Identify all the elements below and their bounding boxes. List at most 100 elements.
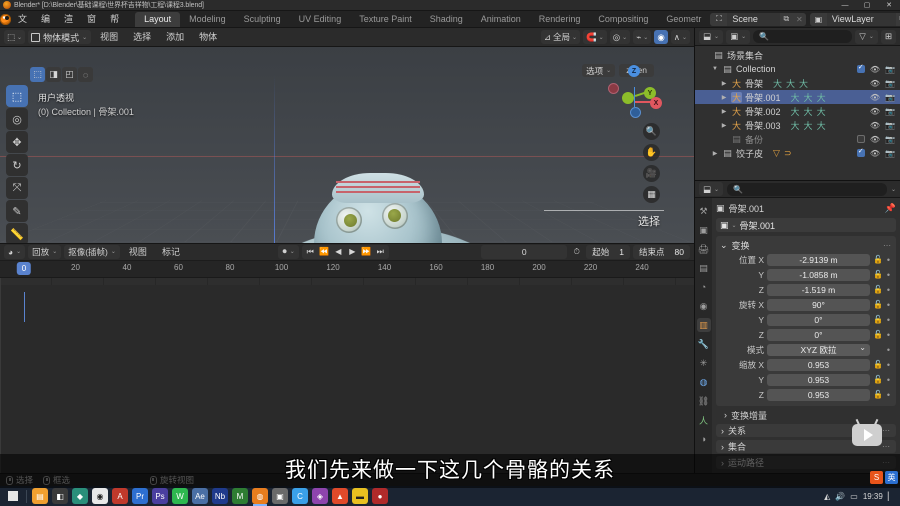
animate-dot-icon[interactable]: • [885,285,892,295]
exclude-checkbox[interactable] [856,147,865,157]
scene-selector[interactable]: ⛶ Scene ⧉ ✕ [710,12,806,26]
timeline-body[interactable] [0,277,694,473]
output-tab[interactable]: 🖨 [697,242,711,256]
outliner-row-0[interactable]: ▤ 场景集合 [695,48,900,62]
disclosure-triangle-icon[interactable]: ▶ [711,150,719,157]
eye-visibility-icon[interactable]: 👁 [870,93,880,102]
workspace-tab-rendering[interactable]: Rendering [530,12,590,27]
mode-selector[interactable]: 物体模式 ⌄ [28,30,92,44]
constraints-tab[interactable]: ⛓ [697,394,711,408]
camera-render-icon[interactable]: 📷 [885,107,895,116]
properties-search-input[interactable]: 🔍 [727,182,887,196]
viewport-menu-add[interactable]: 添加 [160,28,190,47]
material-tab[interactable]: ◑ [697,432,711,446]
outliner-display-mode-icon[interactable]: ⬓ ⌄ [699,29,724,44]
taskbar-app-app-blue[interactable]: Pr [132,488,148,504]
menu-item-4[interactable]: 帮助 [103,11,126,41]
outliner-row-4[interactable]: ▶ 大骨架.002 大大大 👁 📷 [695,104,900,118]
workspace-tab-animation[interactable]: Animation [472,12,530,27]
viewlayer-selector[interactable]: ▣ ViewLayer ⧉ ✕ [809,12,900,26]
object-tab[interactable]: ▥ [696,318,711,332]
network-icon[interactable]: ◭ [824,492,830,501]
taskbar-app-app-navy[interactable]: Nb [212,488,228,504]
filter-funnel-icon[interactable]: ▽ ⌄ [855,29,878,44]
unlocked-padlock-icon[interactable]: 🔓 [873,270,883,279]
camera-render-icon[interactable]: 📷 [885,79,895,88]
scale-y-value[interactable]: 0.953 [767,373,870,386]
panel-options-dots[interactable]: ⋯ [883,241,892,250]
unlocked-padlock-icon[interactable]: 🔓 [873,255,883,264]
taskbar-app-app-grey[interactable]: ▣ [272,488,288,504]
outliner-row-2[interactable]: ▶ 大骨架大大大 👁 📷 [695,76,900,90]
select-circle-icon[interactable]: ◌ [78,67,93,82]
new-scene-button[interactable]: ⧉ [779,12,793,26]
animate-dot-icon[interactable]: • [885,330,892,340]
animate-dot-icon[interactable]: • [885,300,892,310]
eye-visibility-icon[interactable]: 👁 [870,79,880,88]
menu-item-2[interactable]: 渲染 [57,11,80,41]
outliner-row-1[interactable]: ▼▤Collection👁📷 [695,62,900,76]
outliner-id-type-icon[interactable]: ▣ ⌄ [726,29,751,44]
new-collection-icon[interactable]: ⊞ [880,29,896,44]
exclude-checkbox[interactable] [856,135,865,143]
select-tweak-icon[interactable]: ◨ [46,67,61,82]
taskbar-app-app-slate[interactable]: Ae [192,488,208,504]
pose-icon[interactable]: 大 [791,119,800,132]
unlocked-padlock-icon[interactable]: 🔓 [873,285,883,294]
camera-render-icon[interactable]: 📷 [885,149,895,158]
sogou-ime-icon[interactable]: S [870,471,883,484]
outliner-row-3[interactable]: ▶ 大骨架.001 大大大 👁 📷 [695,90,900,104]
animate-dot-icon[interactable]: • [885,345,892,355]
viewlayer-name[interactable]: ViewLayer [826,12,896,26]
zoom-icon[interactable]: 🔍 [643,123,660,140]
taskbar-app-app-violet[interactable]: Ps [152,488,168,504]
camera-view-icon[interactable]: 🎥 [643,165,660,182]
outliner-row-7[interactable]: ▶▤饺子皮▽⊃👁📷 [695,146,900,160]
prev-keyframe-icon[interactable]: ⏪ [318,245,331,258]
workspace-tab-shading[interactable]: Shading [421,12,472,27]
maximize-button[interactable]: ▢ [856,0,878,11]
play-reverse-icon[interactable]: ◀ [332,245,345,258]
scale-tool-icon[interactable]: ⤧ [6,177,28,199]
camera-render-icon[interactable]: 📷 [885,65,895,74]
bone-icon[interactable]: 大 [817,119,826,132]
outliner-row-5[interactable]: ▶ 大骨架.003 大大大 👁 📷 [695,118,900,132]
volume-icon[interactable]: 🔊 [835,492,845,501]
taskbar-app-app-lightblue[interactable]: C [292,488,308,504]
toggle-ortho-grid-icon[interactable]: ▦ [643,186,660,203]
workspace-tab-layout[interactable]: Layout [135,11,181,27]
rotation-x-value[interactable]: 90° [767,298,870,311]
scene-name[interactable]: Scene [727,12,780,26]
particles-tab[interactable]: ✳ [697,356,711,370]
gizmo-axis-neg-z[interactable] [630,107,641,118]
data-tab[interactable]: 人 [697,413,711,427]
workspace-tab-texture-paint[interactable]: Texture Paint [350,12,421,27]
current-frame-field[interactable]: 0 [481,244,568,259]
timeline-menu-marker[interactable]: 标记 [156,243,186,261]
menu-item-1[interactable]: 编辑 [34,11,57,41]
viewport-menu-view[interactable]: 视图 [94,28,124,47]
transform-panel-title[interactable]: ⌄ 变换 ⋯ [720,239,892,251]
taskbar-app-chrome[interactable]: ◉ [92,488,108,504]
disclosure-triangle-icon[interactable]: ▼ [711,66,719,72]
eye-visibility-icon[interactable]: 👁 [870,107,880,116]
armature-data-icon[interactable]: 大 [804,119,813,132]
pin-icon[interactable]: 📌 [885,203,896,214]
taskbar-app-app-green[interactable]: M [232,488,248,504]
xray-toggle-icon[interactable]: ◉ [654,30,668,44]
unlocked-padlock-icon[interactable]: 🔓 [873,390,883,399]
panel-options-dots[interactable]: ⋯ [882,442,891,451]
workspace-tab-geometr[interactable]: Geometr [657,12,710,27]
blender-menu-icon[interactable] [0,11,11,28]
scene-tab[interactable]: ◔ [697,280,711,294]
disclosure-triangle-icon[interactable]: ▶ [720,122,728,129]
taskbar-app-app-yellow[interactable]: ▬ [352,488,368,504]
move-tool-icon[interactable]: ✥ [6,131,28,153]
eye-visibility-icon[interactable]: 👁 [870,149,880,158]
armature-data-icon[interactable]: 大 [804,105,813,118]
clock-icon[interactable]: ⏱ [570,245,583,258]
playhead[interactable]: 0 [16,261,32,275]
modifier-icon[interactable]: ⊃ [784,148,792,159]
windows-start-icon[interactable] [3,487,23,505]
measure-tool-icon[interactable]: 📏 [6,223,28,243]
